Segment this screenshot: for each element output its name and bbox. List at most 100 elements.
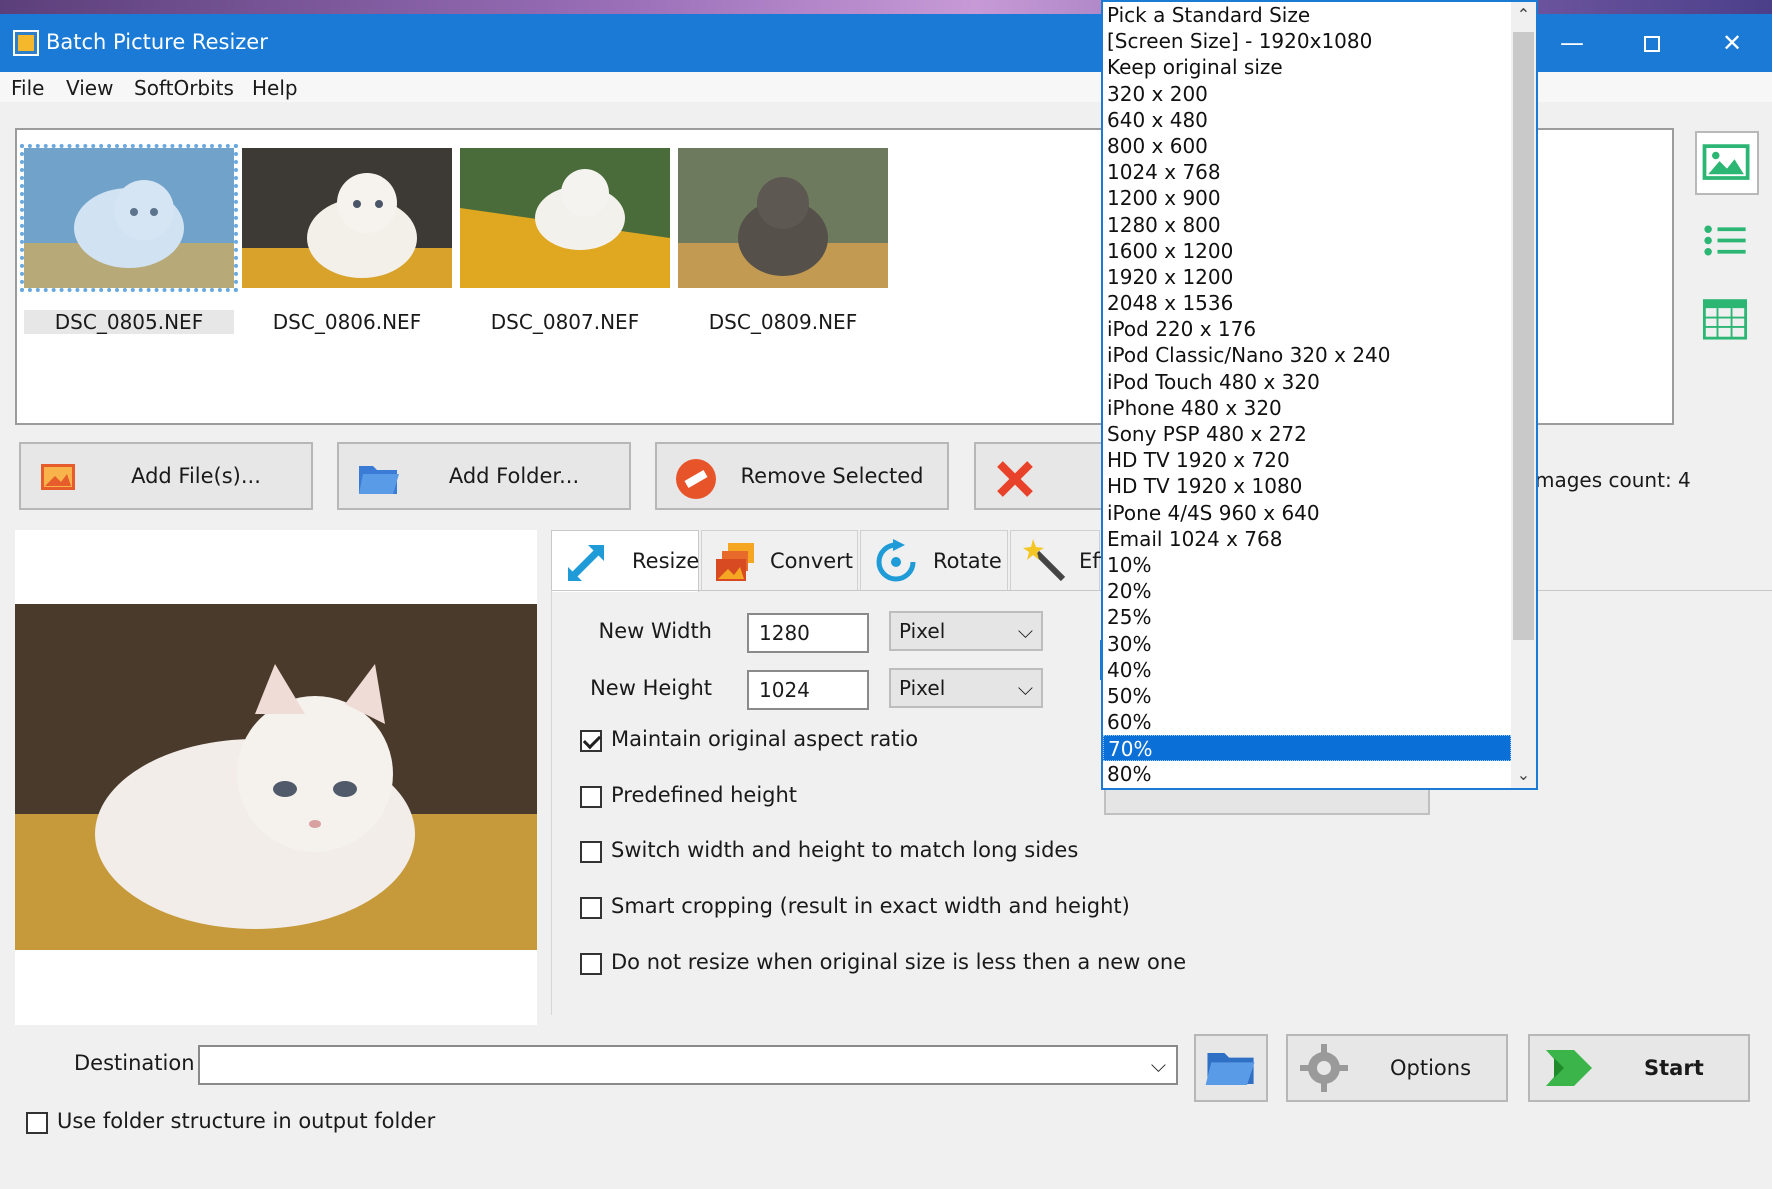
standard-size-option[interactable]: 1920 x 1200 xyxy=(1103,264,1511,290)
thumbnail-view-button[interactable] xyxy=(1695,131,1759,195)
standard-size-option[interactable]: 25% xyxy=(1103,604,1511,630)
scrollbar-thumb[interactable] xyxy=(1513,32,1534,640)
browse-destination-button[interactable] xyxy=(1194,1034,1268,1102)
option-label: Smart cropping (result in exact width an… xyxy=(611,894,1130,918)
thumbnail-label: DSC_0806.NEF xyxy=(272,310,422,334)
standard-size-option[interactable]: iPhone 480 x 320 xyxy=(1103,395,1511,421)
kitten-thumbnail-image xyxy=(678,148,888,288)
scroll-up-icon[interactable]: ⌃ xyxy=(1511,2,1536,28)
standard-size-option[interactable]: Keep original size xyxy=(1103,54,1511,80)
rotate-icon xyxy=(876,539,916,582)
resize-arrow-icon xyxy=(568,545,604,581)
standard-size-option[interactable]: 1280 x 800 xyxy=(1103,212,1511,238)
option-label: Predefined height xyxy=(611,783,798,807)
convert-images-icon xyxy=(716,543,754,581)
list-view-button[interactable] xyxy=(1695,218,1759,282)
standard-size-option[interactable]: iPod 220 x 176 xyxy=(1103,316,1511,342)
standard-size-option[interactable]: 70% xyxy=(1103,735,1511,762)
new-height-label: New Height xyxy=(590,676,712,700)
menu-view[interactable]: View xyxy=(66,76,113,100)
gear-icon xyxy=(1300,1044,1348,1092)
maximize-icon xyxy=(1644,36,1660,52)
standard-size-option[interactable]: 40% xyxy=(1103,657,1511,683)
chevron-down-icon[interactable]: ⌵ xyxy=(1151,1053,1166,1077)
option-label: Switch width and height to match long si… xyxy=(611,838,1079,862)
height-unit-select[interactable]: Pixel ⌵ xyxy=(889,668,1043,708)
tab-rotate[interactable]: Rotate xyxy=(860,530,1008,590)
destination-input[interactable]: ⌵ xyxy=(198,1045,1178,1085)
predefined-height-checkbox[interactable] xyxy=(580,786,602,808)
standard-size-option[interactable]: 800 x 600 xyxy=(1103,133,1511,159)
menu-help[interactable]: Help xyxy=(252,76,298,100)
do-not-resize-smaller-checkbox[interactable] xyxy=(580,953,602,975)
tab-resize[interactable]: Resize xyxy=(551,530,699,592)
maintain-aspect-ratio-checkbox[interactable] xyxy=(580,730,602,752)
new-height-input[interactable]: 1024 xyxy=(747,670,869,710)
tab-effects[interactable]: Eff xyxy=(1010,530,1107,590)
add-files-label: Add File(s)... xyxy=(131,464,261,488)
delete-x-icon xyxy=(997,461,1033,497)
standard-size-option[interactable]: Email 1024 x 768 xyxy=(1103,526,1511,552)
folder-structure-checkbox[interactable] xyxy=(26,1112,48,1134)
thumbnail-dsc-0806[interactable] xyxy=(242,148,452,288)
standard-size-option[interactable]: 10% xyxy=(1103,552,1511,578)
standard-size-option[interactable]: 640 x 480 xyxy=(1103,107,1511,133)
tab-label: Rotate xyxy=(933,549,1002,573)
remove-selected-label: Remove Selected xyxy=(740,464,924,488)
switch-width-height-checkbox[interactable] xyxy=(580,841,602,863)
standard-size-option[interactable]: iPone 4/4S 960 x 640 xyxy=(1103,500,1511,526)
maximize-button[interactable] xyxy=(1612,14,1692,72)
standard-size-option[interactable]: 320 x 200 xyxy=(1103,81,1511,107)
standard-size-option[interactable]: HD TV 1920 x 720 xyxy=(1103,447,1511,473)
close-button[interactable]: ✕ xyxy=(1692,14,1772,72)
standard-size-dropdown[interactable]: Pick a Standard Size [Screen Size] - 1920… xyxy=(1101,0,1538,790)
new-width-label: New Width xyxy=(598,619,713,643)
remove-selected-button[interactable]: Remove Selected xyxy=(655,442,949,510)
magic-wand-icon xyxy=(1023,539,1066,582)
standard-size-option[interactable]: 60% xyxy=(1103,709,1511,735)
add-files-button[interactable]: Add File(s)... xyxy=(19,442,313,510)
table-view-button[interactable] xyxy=(1695,295,1759,359)
standard-size-option[interactable]: 1200 x 900 xyxy=(1103,185,1511,211)
standard-size-option[interactable]: 80% xyxy=(1103,761,1511,787)
start-button[interactable]: Start xyxy=(1528,1034,1750,1102)
standard-size-option[interactable]: 30% xyxy=(1103,631,1511,657)
option-label: Maintain original aspect ratio xyxy=(611,727,919,751)
images-count: mages count: 4 xyxy=(1535,468,1691,492)
standard-size-option[interactable]: 50% xyxy=(1103,683,1511,709)
preview-image xyxy=(15,604,537,950)
thumbnail-label: DSC_0807.NEF xyxy=(490,310,640,334)
tab-convert[interactable]: Convert xyxy=(701,530,858,590)
width-unit-select[interactable]: Pixel ⌵ xyxy=(889,611,1043,651)
standard-size-option[interactable]: 20% xyxy=(1103,578,1511,604)
remove-all-button[interactable] xyxy=(974,442,1104,510)
thumbnail-dsc-0807[interactable] xyxy=(460,148,670,288)
add-folder-button[interactable]: Add Folder... xyxy=(337,442,631,510)
tab-label: Resize xyxy=(632,549,700,573)
menu-softorbits[interactable]: SoftOrbits xyxy=(134,76,234,100)
options-button[interactable]: Options xyxy=(1286,1034,1508,1102)
folder-structure-label: Use folder structure in output folder xyxy=(57,1109,436,1133)
standard-size-option[interactable]: 2048 x 1536 xyxy=(1103,290,1511,316)
dropdown-scrollbar[interactable]: ⌃ ⌄ xyxy=(1511,2,1536,788)
standard-size-option[interactable]: Sony PSP 480 x 272 xyxy=(1103,421,1511,447)
standard-size-list[interactable]: Pick a Standard Size [Screen Size] - 1920… xyxy=(1103,2,1511,788)
standard-size-option[interactable]: iPod Classic/Nano 320 x 240 xyxy=(1103,342,1511,368)
scroll-down-icon[interactable]: ⌄ xyxy=(1511,762,1536,788)
new-width-input[interactable]: 1280 xyxy=(747,613,869,653)
tab-label: Convert xyxy=(770,549,854,573)
standard-size-option[interactable]: 1024 x 768 xyxy=(1103,159,1511,185)
standard-size-option[interactable]: 1600 x 1200 xyxy=(1103,238,1511,264)
standard-size-option[interactable]: iPod Touch 480 x 320 xyxy=(1103,369,1511,395)
minimize-button[interactable]: — xyxy=(1532,14,1612,72)
chevron-down-icon: ⌵ xyxy=(1017,676,1033,700)
thumbnail-dsc-0809[interactable] xyxy=(678,148,888,288)
standard-size-option[interactable]: HD TV 1920 x 1080 xyxy=(1103,473,1511,499)
standard-size-option[interactable]: Pick a Standard Size xyxy=(1103,2,1511,28)
thumbnail-label: DSC_0805.NEF xyxy=(24,310,234,334)
thumbnail-dsc-0805[interactable] xyxy=(20,144,238,292)
smart-cropping-checkbox[interactable] xyxy=(580,897,602,919)
menu-file[interactable]: File xyxy=(11,76,44,100)
thumbnail-label: DSC_0809.NEF xyxy=(708,310,858,334)
standard-size-option[interactable]: [Screen Size] - 1920x1080 xyxy=(1103,28,1511,54)
